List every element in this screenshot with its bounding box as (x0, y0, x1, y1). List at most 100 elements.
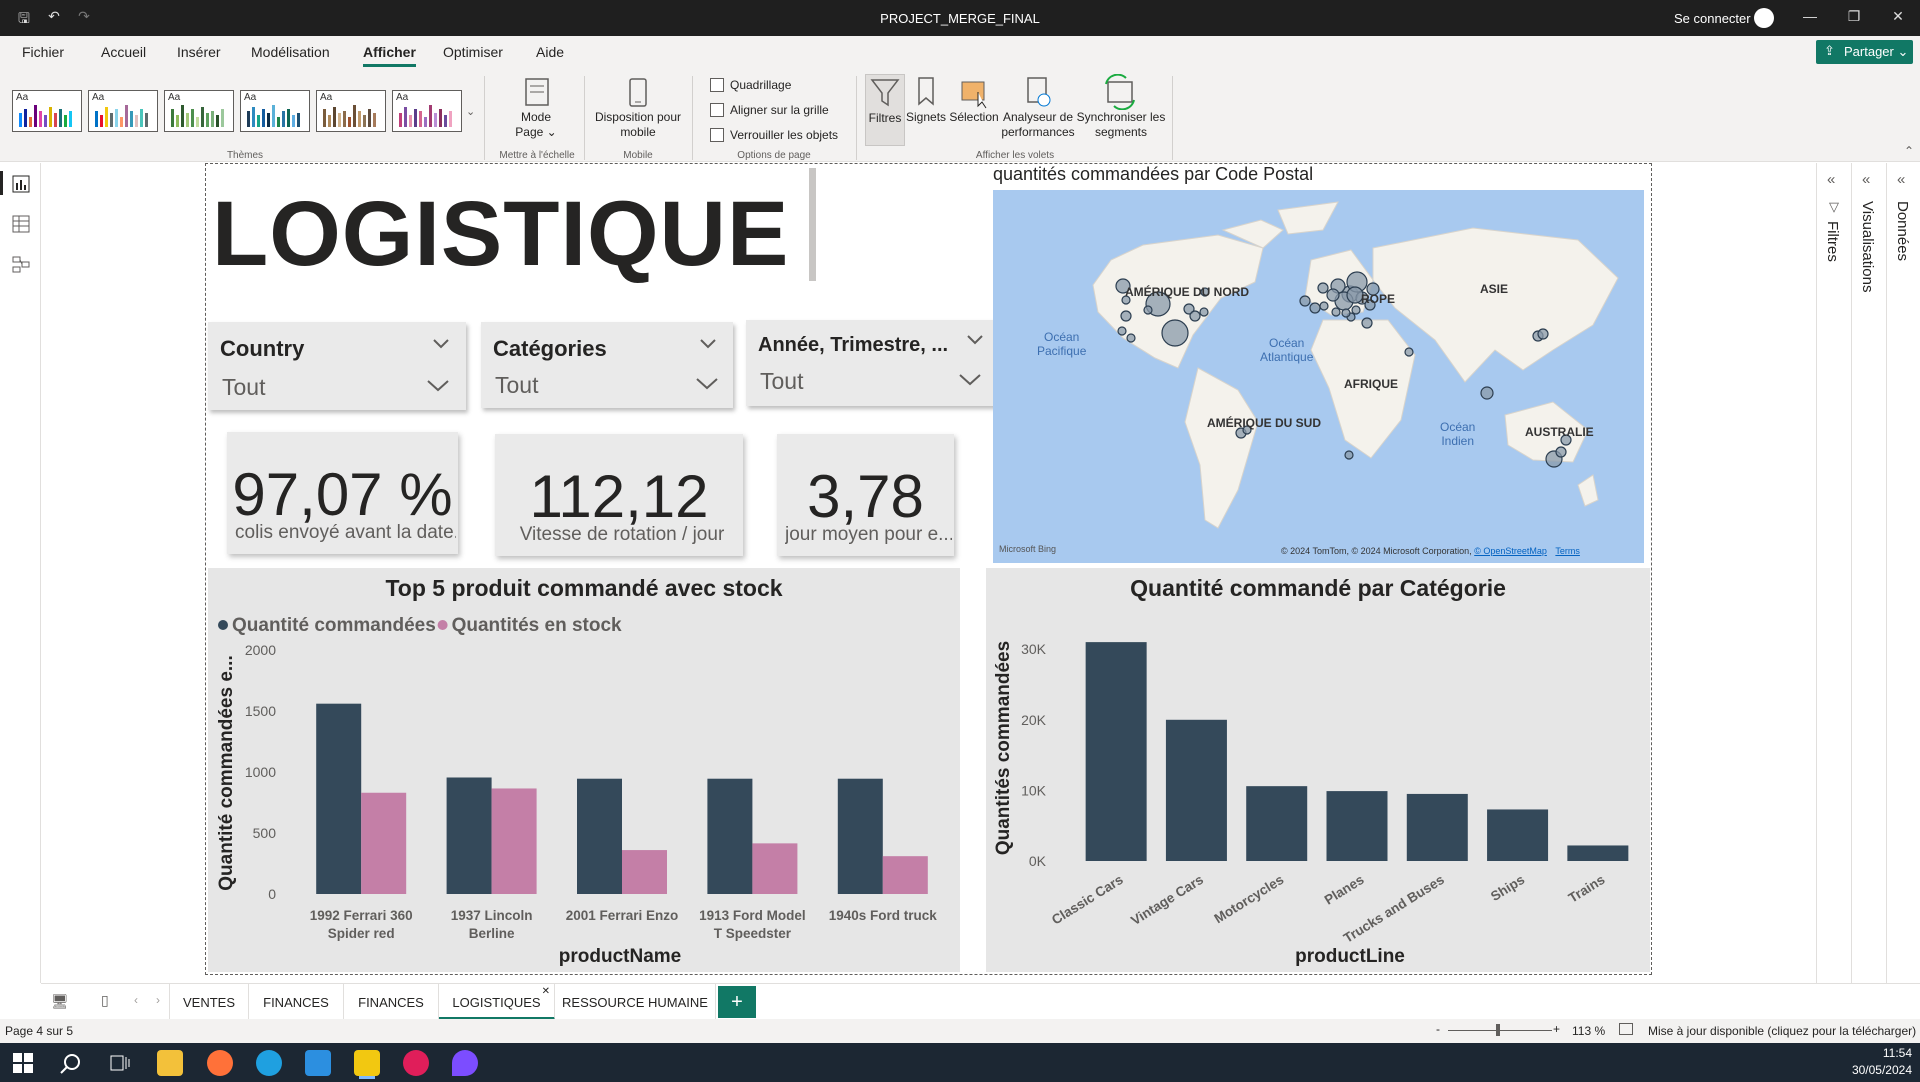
add-page-button[interactable]: + (718, 986, 756, 1018)
zoom-out-icon[interactable]: - (1436, 1022, 1440, 1036)
gridlines-checkbox[interactable]: Quadrillage (710, 78, 791, 92)
map-label-indian: Océan Indien (1440, 420, 1475, 448)
top5-products-chart-svg: Top 5 produit commandé avec stock Quantit… (216, 575, 938, 967)
collapse-ribbon-icon[interactable]: ⌃ (1904, 144, 1914, 158)
search-icon[interactable] (60, 1053, 82, 1075)
close-tab-icon[interactable]: ✕ (542, 986, 550, 997)
bar-ordered (707, 778, 753, 894)
slack-icon[interactable] (403, 1050, 429, 1076)
theme-tile-1[interactable]: Aa (12, 90, 82, 132)
map-visual[interactable]: AMÉRIQUE DU NORD ROPE ASIE AFRIQUE AMÉRI… (993, 190, 1644, 563)
bookmarks-pane-button[interactable]: Signets (906, 74, 946, 125)
prev-page-icon[interactable]: ‹ (134, 993, 138, 1007)
clock-date: 30/05/2024 (1851, 1063, 1912, 1077)
share-button[interactable]: ⇪ Partager ⌄ (1816, 40, 1913, 64)
windows-start-icon[interactable] (13, 1053, 33, 1073)
mobile-layout-icon[interactable]: ▯ (101, 992, 109, 1009)
ribbon-separator (856, 76, 857, 160)
tab-logistiques[interactable]: LOGISTIQUES ✕ (439, 984, 555, 1020)
menu-fichier[interactable]: Fichier (22, 44, 64, 60)
mode-page-label-2: Page (515, 125, 544, 139)
group-label-page-options: Options de page (737, 150, 811, 161)
menu-modelisation[interactable]: Modélisation (251, 44, 330, 60)
lock-objects-checkbox[interactable]: Verrouiller les objets (710, 128, 838, 142)
firefox-icon[interactable] (207, 1050, 233, 1076)
theme-tile-2[interactable]: Aa (88, 90, 158, 132)
legend-label: Quantité commandées (232, 615, 436, 636)
bar-stock (622, 850, 667, 894)
slicer-country[interactable]: Country Tout (208, 322, 466, 410)
edge-icon[interactable] (256, 1050, 282, 1076)
report-view-icon[interactable] (12, 175, 30, 193)
filters-pane-collapsed[interactable]: « ▽ Filtres (1816, 163, 1850, 983)
chevron-down-icon[interactable] (426, 378, 450, 394)
zoom-slider-thumb[interactable] (1496, 1024, 1500, 1036)
attribution-text: © 2024 TomTom, © 2024 Microsoft Corporat… (1281, 546, 1472, 556)
power-bi-icon[interactable] (354, 1050, 380, 1076)
tab-ventes[interactable]: VENTES (169, 984, 249, 1020)
ribbon: Aa Aa Aa Aa Aa Aa ⌄ Thèmes Mode Page ⌄ M… (0, 70, 1920, 162)
update-available-link[interactable]: Mise à jour disponible (cliquez pour la … (1648, 1024, 1916, 1038)
map-label-europe: ROPE (1361, 292, 1396, 306)
restore-icon[interactable]: ❐ (1844, 8, 1864, 28)
slicer-categories[interactable]: Catégories Tout (481, 322, 733, 408)
mobile-layout-button[interactable]: Disposition pour mobile (590, 76, 686, 140)
selection-pane-button[interactable]: Sélection (948, 74, 1000, 125)
menu-optimiser[interactable]: Optimiser (443, 44, 503, 60)
data-pane-collapsed[interactable]: « Données (1886, 163, 1920, 983)
model-view-icon[interactable] (12, 255, 30, 273)
zoom-slider[interactable] (1448, 1030, 1552, 1031)
menu-afficher[interactable]: Afficher (363, 44, 416, 67)
chevron-down-icon[interactable] (958, 372, 982, 388)
ocean-label: Indien (1441, 434, 1475, 448)
fit-page-icon[interactable] (1619, 1023, 1633, 1035)
menu-aide[interactable]: Aide (536, 44, 564, 60)
slicer-year-quarter[interactable]: Année, Trimestre, ... Tout (746, 320, 996, 406)
tab-finances-2[interactable]: FINANCES (344, 984, 439, 1020)
vscode-icon[interactable] (305, 1050, 331, 1076)
file-explorer-icon[interactable] (157, 1050, 183, 1076)
kpi-value: 112,12 (529, 463, 709, 530)
tab-ressource-humaine[interactable]: RESSOURCE HUMAINE (555, 984, 716, 1020)
avatar-icon[interactable] (1754, 8, 1774, 28)
sync-slicers-button[interactable]: Synchroniser les segments (1076, 74, 1166, 140)
menu-inserer[interactable]: Insérer (177, 44, 221, 60)
desktop-layout-icon[interactable]: 🖥 (51, 993, 69, 1010)
theme-tile-5[interactable]: Aa (316, 90, 386, 132)
filters-pane-button[interactable]: Filtres (865, 74, 905, 146)
sign-in-link[interactable]: Se connecter (1674, 11, 1751, 26)
tab-finances-1[interactable]: FINANCES (249, 984, 344, 1020)
x-tick-label: 1940s Ford truck (829, 908, 938, 923)
expand-icon[interactable]: « (1897, 171, 1905, 188)
close-icon[interactable]: ✕ (1888, 8, 1908, 28)
task-view-icon[interactable] (110, 1054, 130, 1072)
zoom-in-icon[interactable]: + (1553, 1022, 1560, 1036)
y-tick-label: 10K (1021, 782, 1047, 798)
menu-accueil[interactable]: Accueil (101, 44, 146, 60)
chart-title: Quantité commandé par Catégorie (1130, 575, 1506, 601)
chevron-down-icon (700, 339, 716, 349)
snap-grid-checkbox[interactable]: Aligner sur la grille (710, 103, 829, 117)
table-view-icon[interactable] (12, 215, 30, 233)
app-icon[interactable] (452, 1050, 478, 1076)
bar-stock (752, 843, 798, 894)
next-page-icon[interactable]: › (156, 993, 160, 1007)
terms-link[interactable]: Terms (1555, 546, 1580, 556)
theme-tile-4[interactable]: Aa (240, 90, 310, 132)
top5-products-chart[interactable]: Top 5 produit commandé avec stock Quantit… (208, 568, 960, 972)
minimize-icon[interactable]: — (1800, 8, 1820, 28)
bar-quantity (1165, 719, 1227, 861)
bookmark-icon (918, 77, 934, 106)
performance-analyzer-button[interactable]: Analyseur de performances (1000, 74, 1076, 140)
category-quantity-chart[interactable]: Quantité commandé par Catégorie 0K 10K 20K 3… (986, 568, 1650, 972)
themes-expand-icon[interactable]: ⌄ (466, 105, 475, 118)
visualizations-pane-collapsed[interactable]: « Visualisations (1851, 163, 1885, 983)
mode-page-button[interactable]: Mode Page ⌄ (500, 76, 572, 140)
theme-tile-3[interactable]: Aa (164, 90, 234, 132)
y-tick-label: 1500 (245, 703, 276, 719)
chevron-down-icon[interactable] (695, 376, 719, 392)
osm-link[interactable]: © OpenStreetMap (1474, 546, 1547, 556)
theme-tile-6[interactable]: Aa (392, 90, 462, 132)
expand-icon[interactable]: « (1827, 171, 1835, 188)
expand-icon[interactable]: « (1862, 171, 1870, 188)
